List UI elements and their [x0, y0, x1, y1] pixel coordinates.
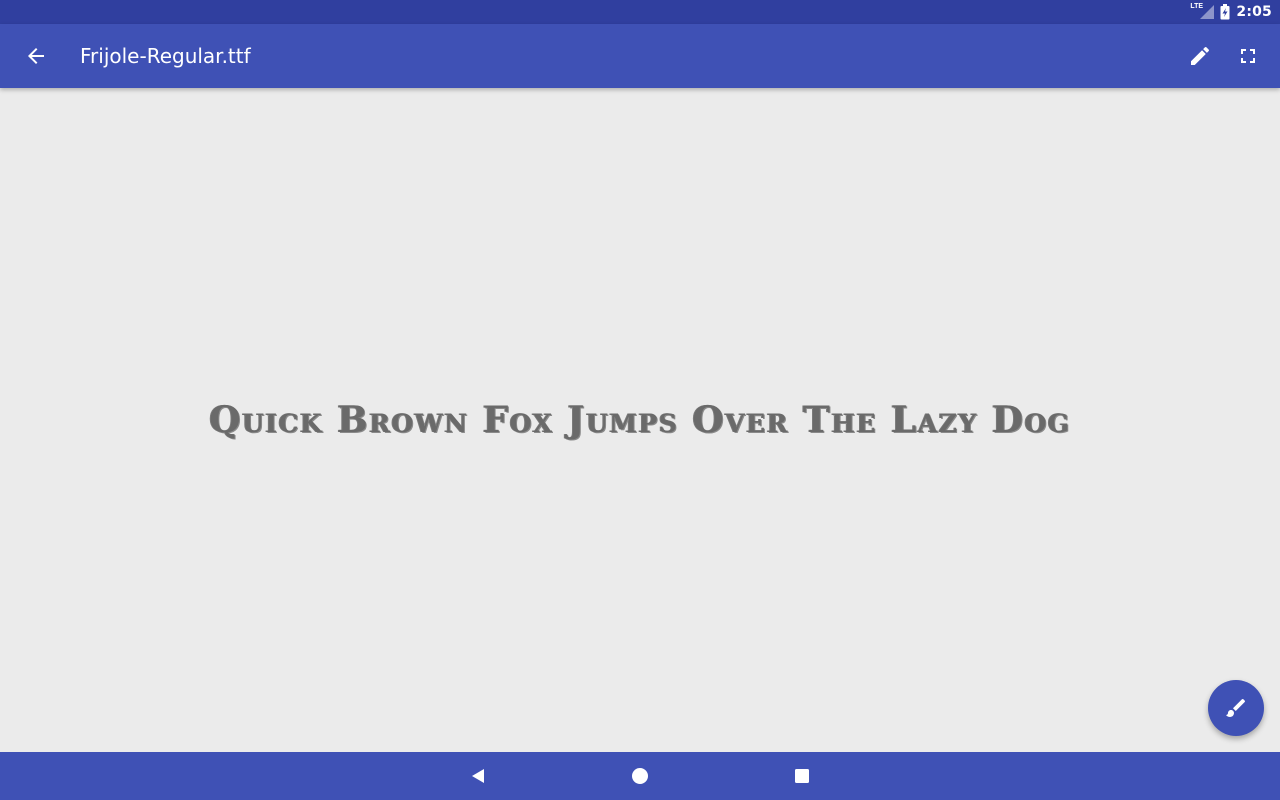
nav-recents-icon: [792, 766, 812, 786]
status-indicators: LTE 2:05: [1190, 0, 1272, 24]
status-time: 2:05: [1236, 4, 1272, 20]
nav-back-button[interactable]: [454, 752, 502, 800]
page-title: Frijole-Regular.ttf: [80, 44, 251, 68]
pencil-icon: [1188, 44, 1212, 68]
battery-charging-icon: [1220, 4, 1230, 20]
fullscreen-button[interactable]: [1224, 32, 1272, 80]
system-nav-bar: [0, 752, 1280, 800]
app-bar: Frijole-Regular.ttf: [0, 24, 1280, 88]
edit-button[interactable]: [1176, 32, 1224, 80]
customize-fab[interactable]: [1208, 680, 1264, 736]
network-label: LTE: [1190, 3, 1204, 10]
nav-home-button[interactable]: [616, 752, 664, 800]
font-preview-area: Quick Brown Fox Jumps Over The Lazy Dog: [0, 88, 1280, 752]
lte-signal-icon: LTE: [1190, 3, 1215, 20]
font-sample-text: Quick Brown Fox Jumps Over The Lazy Dog: [209, 399, 1071, 441]
fullscreen-icon: [1236, 44, 1260, 68]
nav-home-icon: [630, 766, 650, 786]
nav-back-icon: [468, 766, 488, 786]
back-button[interactable]: [12, 32, 60, 80]
brush-icon: [1224, 696, 1248, 720]
status-bar: LTE 2:05: [0, 0, 1280, 24]
nav-recents-button[interactable]: [778, 752, 826, 800]
arrow-back-icon: [24, 44, 48, 68]
